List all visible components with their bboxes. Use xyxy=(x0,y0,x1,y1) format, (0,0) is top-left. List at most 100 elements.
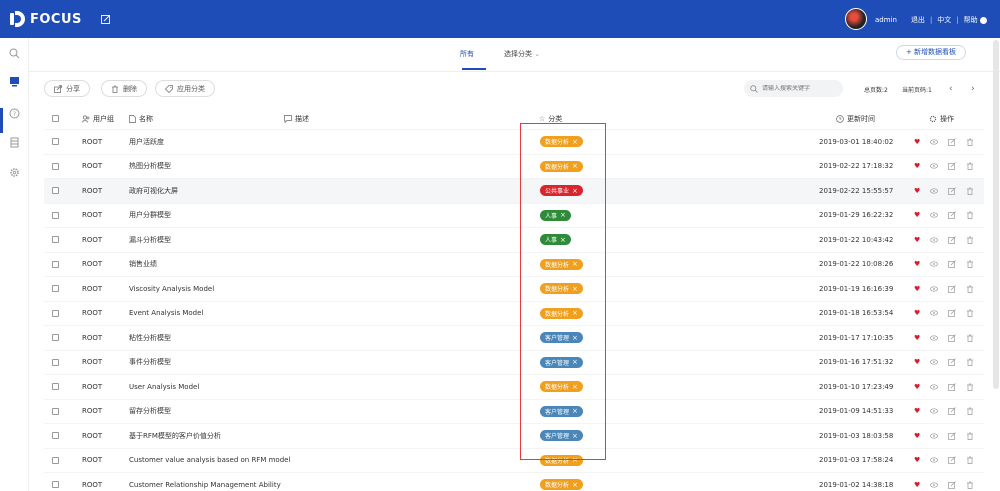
row-checkbox[interactable] xyxy=(52,228,59,252)
row-name[interactable]: Customer Relationship Management Ability xyxy=(129,473,429,491)
category-tag[interactable]: 数据分析 × xyxy=(540,283,583,295)
select-all-checkbox[interactable] xyxy=(52,108,59,129)
database-icon[interactable] xyxy=(9,137,20,148)
favorite-heart-icon[interactable]: ♥ xyxy=(914,285,920,293)
favorite-heart-icon[interactable]: ♥ xyxy=(914,358,920,366)
row-checkbox[interactable] xyxy=(52,130,59,154)
category-tag[interactable]: 数据分析 × xyxy=(540,136,583,148)
category-tag[interactable]: 客户管理 × xyxy=(540,405,583,417)
view-eye-icon[interactable] xyxy=(930,211,939,219)
edit-icon[interactable] xyxy=(948,260,957,269)
search-input[interactable] xyxy=(762,85,842,92)
favorite-heart-icon[interactable]: ♥ xyxy=(914,138,920,146)
trash-icon[interactable] xyxy=(966,481,974,489)
edit-icon[interactable] xyxy=(948,162,957,171)
row-checkbox[interactable] xyxy=(52,375,59,399)
edit-icon[interactable] xyxy=(948,407,957,416)
trash-icon[interactable] xyxy=(966,432,974,440)
favorite-heart-icon[interactable]: ♥ xyxy=(914,309,920,317)
view-eye-icon[interactable] xyxy=(930,432,939,440)
row-checkbox[interactable] xyxy=(52,253,59,277)
add-dashboard-button[interactable]: + 新增数据看板 xyxy=(896,45,966,60)
edit-icon[interactable] xyxy=(101,14,111,24)
trash-icon[interactable] xyxy=(966,138,974,146)
view-eye-icon[interactable] xyxy=(930,162,939,170)
view-eye-icon[interactable] xyxy=(930,358,939,366)
trash-icon[interactable] xyxy=(966,358,974,367)
favorite-heart-icon[interactable]: ♥ xyxy=(914,334,920,342)
row-name[interactable]: Customer value analysis based on RFM mod… xyxy=(129,449,429,473)
table-row[interactable]: ROOT 粘性分析模型 客户管理 × 2019-01-17 17:10:35 ♥ xyxy=(44,326,984,351)
row-name[interactable]: 用户活跃度 xyxy=(129,130,429,154)
remove-tag-icon[interactable]: × xyxy=(572,334,578,342)
trash-icon[interactable] xyxy=(966,162,974,171)
table-row[interactable]: ROOT 用户活跃度 数据分析 × 2019-03-01 18:40:02 ♥ xyxy=(44,130,984,155)
row-checkbox[interactable] xyxy=(52,179,59,203)
edit-icon[interactable] xyxy=(948,456,957,465)
edit-icon[interactable] xyxy=(948,334,957,342)
category-tag[interactable]: 数据分析 × xyxy=(540,258,583,270)
row-name[interactable]: 留存分析模型 xyxy=(129,400,429,424)
trash-icon[interactable] xyxy=(966,309,974,318)
table-row[interactable]: ROOT 基于RFM模型的客户价值分析 客户管理 × 2019-01-03 18… xyxy=(44,424,984,449)
row-checkbox[interactable] xyxy=(52,351,59,375)
prev-page-icon[interactable]: ‹ xyxy=(949,84,953,94)
view-eye-icon[interactable] xyxy=(930,285,939,293)
trash-icon[interactable] xyxy=(966,187,974,195)
remove-tag-icon[interactable]: × xyxy=(572,162,578,170)
trash-icon[interactable] xyxy=(966,456,974,465)
trash-icon[interactable] xyxy=(966,383,974,391)
row-checkbox[interactable] xyxy=(52,424,59,448)
share-button[interactable]: 分享 xyxy=(44,80,90,97)
row-name[interactable]: 销售业绩 xyxy=(129,253,429,277)
favorite-heart-icon[interactable]: ♥ xyxy=(914,236,920,244)
tab-select-category[interactable]: 选择分类 ⌄ xyxy=(504,49,540,59)
table-row[interactable]: ROOT 销售业绩 数据分析 × 2019-01-22 10:08:26 ♥ xyxy=(44,253,984,277)
trash-icon[interactable] xyxy=(966,260,974,269)
trash-icon[interactable] xyxy=(966,236,974,244)
row-name[interactable]: 粘性分析模型 xyxy=(129,326,429,350)
view-eye-icon[interactable] xyxy=(930,309,939,317)
table-row[interactable]: ROOT 政府可视化大屏 公共事业 × 2019-02-22 15:55:57 … xyxy=(44,179,984,204)
dashboard-icon[interactable] xyxy=(9,76,20,87)
logout-link[interactable]: 退出 xyxy=(911,15,925,25)
apply-category-button[interactable]: 应用分类 xyxy=(155,80,215,97)
category-tag[interactable]: 人事 × xyxy=(540,209,571,221)
table-row[interactable]: ROOT Customer Relationship Management Ab… xyxy=(44,473,984,491)
remove-tag-icon[interactable]: × xyxy=(572,358,578,366)
category-tag[interactable]: 人事 × xyxy=(540,234,571,246)
row-checkbox[interactable] xyxy=(52,302,59,326)
favorite-heart-icon[interactable]: ♥ xyxy=(914,162,920,170)
avatar[interactable] xyxy=(845,8,867,30)
table-row[interactable]: ROOT Customer value analysis based on RF… xyxy=(44,449,984,473)
settings-icon[interactable] xyxy=(9,167,20,178)
favorite-heart-icon[interactable]: ♥ xyxy=(914,432,920,440)
username[interactable]: admin xyxy=(875,16,897,24)
logo[interactable]: FOCUS xyxy=(10,11,82,27)
category-tag[interactable]: 客户管理 × xyxy=(540,332,583,344)
edit-icon[interactable] xyxy=(948,309,957,318)
edit-icon[interactable] xyxy=(948,187,957,195)
tab-all[interactable]: 所有 xyxy=(460,49,474,59)
remove-tag-icon[interactable]: × xyxy=(560,211,566,219)
table-row[interactable]: ROOT 漏斗分析模型 人事 × 2019-01-22 10:43:42 ♥ xyxy=(44,228,984,253)
delete-button[interactable]: 删除 xyxy=(101,80,147,97)
category-tag[interactable]: 客户管理 × xyxy=(540,430,583,442)
favorite-heart-icon[interactable]: ♥ xyxy=(914,481,920,489)
view-eye-icon[interactable] xyxy=(930,407,939,415)
favorite-heart-icon[interactable]: ♥ xyxy=(914,407,920,415)
remove-tag-icon[interactable]: × xyxy=(572,383,578,391)
favorite-heart-icon[interactable]: ♥ xyxy=(914,456,920,464)
trash-icon[interactable] xyxy=(966,407,974,416)
next-page-icon[interactable]: › xyxy=(971,84,975,94)
table-row[interactable]: ROOT 热图分析模型 数据分析 × 2019-02-22 17:18:32 ♥ xyxy=(44,155,984,179)
category-tag[interactable]: 数据分析 × xyxy=(540,307,583,319)
remove-tag-icon[interactable]: × xyxy=(572,432,578,440)
row-name[interactable]: User Analysis Model xyxy=(129,375,429,399)
favorite-heart-icon[interactable]: ♥ xyxy=(914,383,920,391)
help-link[interactable]: 帮助 xyxy=(964,15,987,25)
trash-icon[interactable] xyxy=(966,211,974,220)
table-row[interactable]: ROOT 留存分析模型 客户管理 × 2019-01-09 14:51:33 ♥ xyxy=(44,400,984,424)
language-link[interactable]: 中文 xyxy=(937,15,951,25)
view-eye-icon[interactable] xyxy=(930,260,939,268)
